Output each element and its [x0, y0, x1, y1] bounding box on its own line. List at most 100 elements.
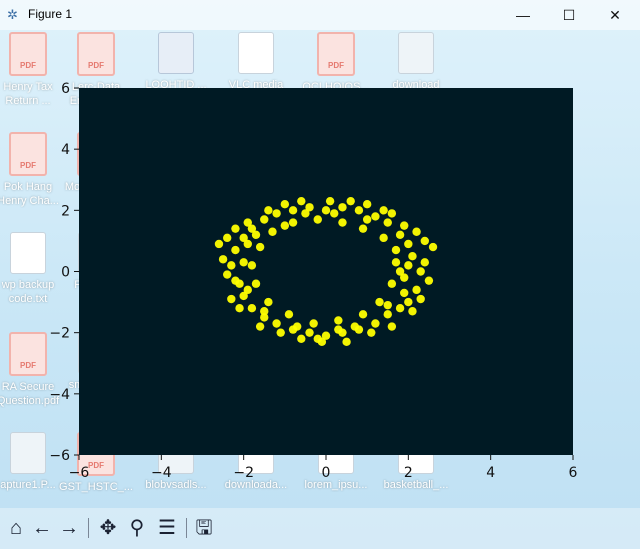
data-point — [391, 258, 401, 267]
data-point — [371, 319, 380, 328]
data-point — [367, 328, 376, 337]
data-point — [408, 307, 417, 316]
data-point — [420, 236, 429, 246]
data-point — [412, 227, 421, 236]
forward-arrow-icon[interactable]: → — [57, 516, 81, 540]
zoom-icon[interactable]: ⚲ — [125, 516, 149, 540]
figure-title-bar[interactable]: ✲ Figure 1 — ☐ ✕ — [0, 0, 640, 30]
data-point — [387, 279, 397, 288]
data-point — [264, 297, 273, 307]
data-point — [223, 270, 232, 279]
data-point — [383, 300, 392, 310]
data-point — [247, 261, 257, 270]
data-point — [268, 227, 277, 236]
data-point — [395, 304, 405, 313]
data-point — [338, 218, 347, 227]
data-point — [247, 304, 257, 313]
data-point — [350, 322, 360, 331]
data-point — [379, 233, 388, 243]
data-point — [231, 224, 240, 233]
data-point — [280, 221, 290, 230]
data-point — [358, 224, 368, 233]
data-point — [334, 325, 343, 334]
data-point — [251, 230, 261, 239]
data-point — [404, 239, 413, 249]
data-point — [416, 294, 425, 304]
data-point — [334, 316, 343, 325]
data-point — [255, 322, 265, 331]
data-point — [260, 215, 269, 224]
toolbar-separator — [88, 518, 89, 538]
y-tick-label: 4 — [61, 142, 70, 158]
data-point — [284, 310, 294, 319]
data-point — [400, 288, 409, 298]
data-point — [231, 245, 240, 255]
data-point — [288, 218, 298, 227]
x-tick-label: −4 — [151, 465, 172, 481]
data-point — [412, 285, 421, 295]
data-point — [264, 206, 273, 215]
data-point — [375, 297, 384, 307]
data-point — [214, 239, 224, 249]
data-point — [235, 279, 244, 288]
data-point — [276, 328, 285, 337]
data-point — [301, 209, 310, 218]
back-arrow-icon[interactable]: ← — [30, 516, 54, 540]
x-tick-label: −6 — [69, 465, 90, 481]
data-point — [404, 261, 413, 270]
y-tick-label: 6 — [61, 81, 70, 97]
data-point — [395, 267, 405, 276]
x-tick-label: 4 — [486, 465, 495, 481]
data-point — [227, 261, 236, 270]
data-point — [362, 200, 372, 209]
minimize-button[interactable]: — — [500, 0, 546, 30]
data-point — [391, 245, 401, 255]
window-title: Figure 1 — [28, 7, 73, 21]
data-point — [383, 218, 392, 227]
maximize-button[interactable]: ☐ — [546, 0, 592, 30]
data-point — [420, 258, 429, 267]
data-point — [260, 307, 269, 316]
data-point — [243, 285, 252, 295]
close-button[interactable]: ✕ — [592, 0, 638, 30]
data-point — [280, 200, 290, 209]
data-point — [395, 230, 405, 239]
axes-background — [79, 88, 573, 455]
data-point — [379, 206, 388, 215]
y-tick-label: −6 — [49, 448, 70, 464]
data-point — [305, 328, 314, 337]
data-point — [342, 337, 351, 347]
data-point — [354, 206, 364, 215]
data-point — [404, 297, 413, 307]
data-point — [313, 215, 322, 224]
data-point — [325, 196, 335, 206]
data-point — [297, 196, 306, 206]
matplotlib-app-icon: ✲ — [7, 7, 18, 22]
data-point — [243, 239, 252, 249]
x-tick-label: −2 — [233, 465, 254, 481]
data-point — [297, 334, 306, 343]
data-point — [408, 252, 417, 261]
home-icon[interactable]: ⌂ — [4, 516, 28, 540]
data-point — [251, 279, 261, 288]
x-tick-label: 6 — [569, 465, 578, 481]
configure-subplots-icon[interactable]: ☰ — [155, 516, 179, 540]
data-point — [255, 242, 265, 252]
y-tick-label: −2 — [49, 326, 70, 342]
data-point — [387, 322, 397, 331]
data-point — [358, 310, 368, 319]
figure-canvas[interactable]: −6 −4 −2 0 2 4 6 −6 −4 −2 0 2 4 6 — [0, 30, 640, 508]
data-point — [387, 209, 397, 218]
save-icon[interactable]: 🖫 — [192, 516, 216, 540]
data-point — [371, 212, 380, 221]
data-point — [346, 196, 355, 206]
x-tick-label: 2 — [404, 465, 413, 481]
data-point — [223, 233, 232, 243]
x-tick-label: 0 — [322, 465, 331, 481]
scatter-chart: −6 −4 −2 0 2 4 6 −6 −4 −2 0 2 4 6 — [49, 81, 578, 481]
data-point — [243, 218, 252, 227]
data-point — [292, 322, 302, 331]
pan-icon[interactable]: ✥ — [96, 516, 120, 540]
y-tick-label: 0 — [61, 265, 70, 281]
data-point — [424, 276, 434, 285]
